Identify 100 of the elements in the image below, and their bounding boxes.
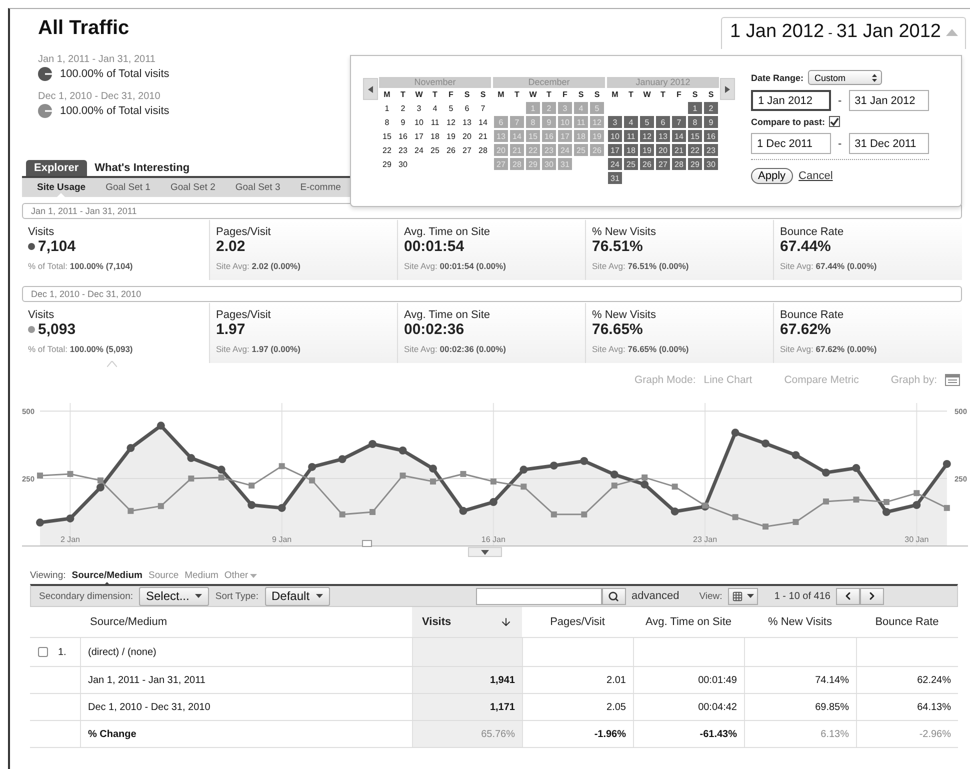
dimension-link[interactable]: Other [224,570,258,581]
calendar-day[interactable]: 17 [607,143,623,157]
dimension-link[interactable]: Medium [184,570,218,581]
subtab[interactable]: Goal Set 3 [226,178,290,197]
pagination-text: 1 - 10 of 416 [774,590,830,602]
data-point [37,472,43,479]
view-select[interactable] [728,588,758,604]
calendar-day[interactable]: 31 [607,171,623,185]
calendar-icon[interactable] [945,374,960,386]
calendar-day[interactable]: 16 [703,129,719,143]
apply-button[interactable]: Apply [751,168,793,184]
calendar-day[interactable]: 5 [639,115,655,129]
calendar-day[interactable]: 21 [671,143,687,157]
start-date-field[interactable]: 1 Dec 2011 [751,133,831,154]
caret-icon [195,594,202,598]
column-header[interactable]: Source/Medium [80,607,412,637]
column-header[interactable]: Bounce Rate [856,607,958,637]
metric-label: Bounce Rate [780,226,845,238]
compare-label: Compare to past: [751,116,826,126]
calendar-day[interactable]: 27 [655,157,671,171]
month-title: December [493,77,605,88]
data-point [187,454,196,462]
tab[interactable]: What's Interesting [86,160,198,176]
axis-label: 23 Jan [693,535,718,544]
calendar-day[interactable]: 7 [671,115,687,129]
calendar-day[interactable]: 8 [687,115,703,129]
dimension-link[interactable]: Source [148,570,179,581]
column-header[interactable]: Pages/Visit [522,607,633,637]
calendar-day[interactable]: 13 [655,129,671,143]
data-point [338,455,346,464]
calendar-day[interactable]: 10 [607,129,623,143]
row-checkbox[interactable] [38,647,48,657]
next-month-button[interactable] [720,78,735,100]
calendar-day[interactable]: 28 [671,157,687,171]
calendar-day[interactable]: 12 [639,129,655,143]
table-cell: 65.76% [412,721,522,747]
subtab[interactable]: Goal Set 2 [161,178,224,197]
calendar-day[interactable]: 24 [607,157,623,171]
column-header[interactable]: % New Visits [744,607,856,637]
metric-card[interactable]: Pages/Visit 2.02 Site Avg: 2.02 (0.00%) [210,220,398,280]
sort-type-select[interactable]: Default [264,586,330,606]
weekday-label: S [691,89,699,101]
previous-month-button[interactable] [363,78,378,100]
calendar-day[interactable]: 1 [687,101,703,115]
calendar-day[interactable]: 14 [671,129,687,143]
metric-note: Site Avg: 67.62% (0.00%) [780,344,878,354]
metric-card[interactable]: Pages/Visit 1.97 Site Avg: 1.97 (0.00%) [210,303,398,363]
calendar-day[interactable]: 30 [703,157,719,171]
subtab[interactable]: Site Usage [28,178,95,197]
view-label: View: [699,590,722,602]
annotation-icon[interactable] [362,540,372,548]
start-date-field[interactable]: 1 Jan 2012 [751,90,831,111]
calendar-day[interactable]: 19 [639,143,655,157]
compare-checkbox[interactable] [829,116,840,127]
calendar-day[interactable]: 25 [623,157,639,171]
data-point [308,462,316,471]
advanced-link[interactable]: advanced [632,590,680,602]
date-range-button[interactable]: 1 Jan 2012 - 31 Jan 2012 [721,17,966,49]
next-page-button[interactable] [860,588,884,604]
metric-card[interactable]: Avg. Time on Site 00:02:36 Site Avg: 00:02:36 (0.00%) [398,303,586,363]
calendar-day[interactable]: 3 [607,115,623,129]
metric-note: Site Avg: 76.65% (0.00%) [592,344,690,354]
data-point [36,518,44,527]
calendar-day[interactable]: 29 [687,157,703,171]
data-point [640,480,649,488]
data-point [460,470,466,477]
end-date-field[interactable]: 31 Jan 2012 [848,90,929,111]
collapse-handle[interactable] [468,547,502,557]
calendar-day[interactable]: 4 [623,115,639,129]
calendar-day[interactable]: 9 [703,115,719,129]
metric-card[interactable]: % New Visits 76.65% Site Avg: 76.65% (0.00%) [586,303,774,363]
cancel-link[interactable]: Cancel [798,170,833,182]
search-button[interactable] [602,588,626,604]
search-field[interactable] [476,588,602,604]
subtab[interactable]: E-comme [291,178,350,197]
data-point [762,439,770,448]
calendar-day[interactable]: 15 [687,129,703,143]
end-date-field[interactable]: 31 Dec 2011 [848,133,929,154]
calendar-day[interactable]: 11 [623,129,639,143]
calendar-day[interactable]: 26 [639,157,655,171]
previous-page-button[interactable] [836,588,860,604]
date-range-select[interactable]: Custom [808,70,882,85]
weekday-label: M [496,89,506,101]
calendar-day[interactable]: 23 [703,143,719,157]
column-header[interactable]: Avg. Time on Site [633,607,744,637]
metric-card[interactable]: % New Visits 76.51% Site Avg: 76.51% (0.00%) [586,220,774,280]
column-header[interactable]: Visits [412,607,522,637]
metric-card[interactable]: Avg. Time on Site 00:01:54 Site Avg: 00:01:54 (0.00%) [398,220,586,280]
secondary-dimension-select[interactable]: Select... [139,586,210,606]
calendar-day[interactable]: 18 [623,143,639,157]
tab[interactable]: Explorer [26,160,87,176]
subtab[interactable]: Goal Set 1 [96,178,160,197]
calendar-day[interactable]: 6 [655,115,671,129]
metric-label: % New Visits [592,226,657,238]
data-point [672,484,678,490]
calendar-day[interactable]: 22 [687,143,703,157]
calendar-day[interactable]: 2 [703,101,719,115]
calendar-day[interactable]: 20 [655,143,671,157]
data-point [792,451,800,460]
data-point [822,468,830,477]
